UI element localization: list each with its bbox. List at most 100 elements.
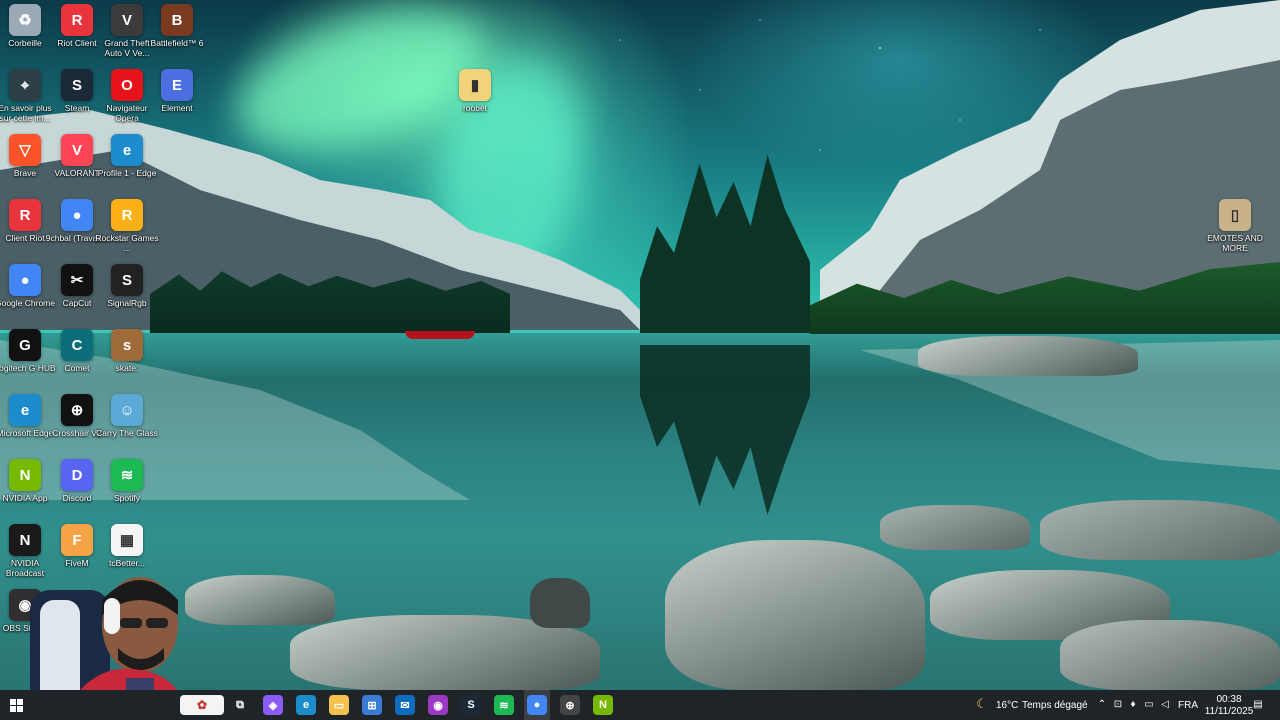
spotify-icon: ≋ <box>499 699 509 712</box>
logitech-icon: G <box>9 329 41 361</box>
taskbar-task-view-button[interactable]: ⧉ <box>230 695 250 715</box>
nvidia-broadcast-icon: N <box>9 524 41 556</box>
outlook-icon: ✉ <box>400 699 410 712</box>
emotes-icon: ▯ <box>1219 199 1251 231</box>
taskbar-steam-button[interactable]: S <box>461 695 481 715</box>
windows-start-icon <box>9 698 23 712</box>
desktop-icon[interactable]: B Battlefield™ 6 <box>145 0 209 48</box>
rock <box>1040 500 1280 560</box>
weather-moon-icon: ☾ <box>976 696 988 711</box>
taskbar-spotify-button[interactable]: ≋ <box>494 695 514 715</box>
display-icon[interactable]: ▭ <box>1143 699 1155 711</box>
taskbar-edge-button[interactable]: e <box>296 695 316 715</box>
valorant-icon: V <box>61 134 93 166</box>
desktop-icon[interactable]: e Profile 1 - Edge <box>95 130 159 178</box>
learn-more-icon: ⌖ <box>9 69 41 101</box>
volume-icon[interactable]: ◁ <box>1159 699 1171 711</box>
discord-icon: D <box>61 459 93 491</box>
desktop-icon[interactable]: E Element <box>145 65 209 113</box>
taskbar-store-button[interactable]: ⊞ <box>362 695 382 715</box>
edge-icon: e <box>302 699 310 711</box>
weather-temp[interactable]: 16°C <box>996 700 1018 712</box>
spotify-icon: ≋ <box>111 459 143 491</box>
desktop-icon-label: SignalRgb <box>107 298 147 308</box>
taskbar-crosshair-button[interactable]: ⊕ <box>560 695 580 715</box>
carry-glass-icon: ☺ <box>111 394 143 426</box>
desktop-icon-label: roobet <box>462 103 488 113</box>
rock <box>665 540 925 690</box>
folder-icon: ▮ <box>459 69 491 101</box>
battlefield-icon: B <box>161 4 193 36</box>
desktop-icon[interactable]: ≋ Spotify <box>95 455 159 503</box>
crosshair-icon: ⊕ <box>61 394 93 426</box>
taskbar-chrome-button[interactable]: ● <box>527 695 547 715</box>
search-highlight-icon: ✿ <box>196 698 208 712</box>
desktop-icon-label: Battlefield™ 6 <box>150 38 204 48</box>
steam-icon: S <box>61 69 93 101</box>
desktop-icon[interactable]: S SignalRgb <box>95 260 159 308</box>
desktop-icon-label: Element <box>161 103 193 113</box>
taskbar-obs-button[interactable]: ◉ <box>428 695 448 715</box>
desktop-icon[interactable]: ▯ EMOTES AND MORE <box>1203 195 1267 253</box>
desktop-icon-label: EMOTES AND MORE <box>1207 233 1263 253</box>
desktop-icon-label: Profile 1 - Edge <box>97 168 157 178</box>
taskbar-file-explorer-button[interactable]: ▭ <box>329 695 349 715</box>
file-explorer-icon: ▭ <box>333 699 345 712</box>
desktop-icon[interactable]: s skate. <box>95 325 159 373</box>
qr-code-icon: ▦ <box>111 524 143 556</box>
search-highlight-button[interactable]: ✿ <box>180 695 224 715</box>
clock-time[interactable]: 00:38 <box>1211 694 1247 706</box>
crosshair-icon: ⊕ <box>565 699 575 712</box>
network-icon[interactable]: ⊡ <box>1112 699 1124 711</box>
weather-desc[interactable]: Temps dégagé <box>1022 700 1088 712</box>
taskbar: ✿ ⧉ ◈ e ▭ ⊞ ✉ ◉ S ≋ ● ⊕ N ☾ 16°C Temps dégagé ⌃ ⊡ ♦… <box>0 690 1280 720</box>
notification-icon[interactable]: ▤ <box>1252 699 1264 711</box>
microphone-icon[interactable]: ♦ <box>1127 699 1139 711</box>
desktop-icon-label: Carry The Glass <box>96 428 158 438</box>
recycle-bin-icon: ♻ <box>9 4 41 36</box>
chevron-up-icon[interactable]: ⌃ <box>1096 699 1108 711</box>
brave-icon: ▽ <box>9 134 41 166</box>
taskbar-copilot-button[interactable]: ◈ <box>263 695 283 715</box>
taskbar-outlook-button[interactable]: ✉ <box>395 695 415 715</box>
desktop-icon[interactable]: R Rockstar Games ... <box>95 195 159 253</box>
chrome-icon: ● <box>61 199 93 231</box>
chrome-icon: ● <box>9 264 41 296</box>
desktop-icon[interactable]: ☺ Carry The Glass <box>95 390 159 438</box>
chrome-icon: ● <box>533 699 541 711</box>
edge-profile-icon: e <box>111 134 143 166</box>
rockstar-icon: R <box>111 199 143 231</box>
fivem-icon: F <box>61 524 93 556</box>
edge-icon: e <box>9 394 41 426</box>
riot-client-icon: R <box>9 199 41 231</box>
skate-icon: s <box>111 329 143 361</box>
rock <box>918 336 1138 376</box>
gta-v-icon: V <box>111 4 143 36</box>
obs-icon: ◉ <box>433 699 443 712</box>
desktop-icon-label: Rockstar Games ... <box>95 233 159 253</box>
opera-icon: O <box>111 69 143 101</box>
red-canoe <box>405 331 475 339</box>
signalrgb-icon: S <box>111 264 143 296</box>
clock-date[interactable]: 11/11/2025 <box>1200 706 1258 718</box>
rock <box>185 575 335 625</box>
copilot-icon: ◈ <box>268 699 278 712</box>
language-indicator[interactable]: FRA <box>1178 700 1198 712</box>
desktop-icon-label: Spotify <box>114 493 140 503</box>
riot-client-icon: R <box>61 4 93 36</box>
element-icon: E <box>161 69 193 101</box>
rock <box>530 578 590 628</box>
desktop-icon-label: skate. <box>115 363 139 373</box>
capcut-icon: ✂ <box>61 264 93 296</box>
desktop-icon[interactable]: ▮ roobet <box>443 65 507 113</box>
task-view-icon: ⧉ <box>236 698 244 711</box>
windows-start-button[interactable] <box>6 695 26 715</box>
comet-icon: C <box>61 329 93 361</box>
steam-icon: S <box>467 699 475 711</box>
nvidia-broadcast-icon: N <box>599 699 607 711</box>
nvidia-icon: N <box>9 459 41 491</box>
rock <box>880 505 1030 550</box>
taskbar-nvidia-broadcast-button[interactable]: N <box>593 695 613 715</box>
store-icon: ⊞ <box>367 699 377 712</box>
rock <box>1060 620 1280 690</box>
